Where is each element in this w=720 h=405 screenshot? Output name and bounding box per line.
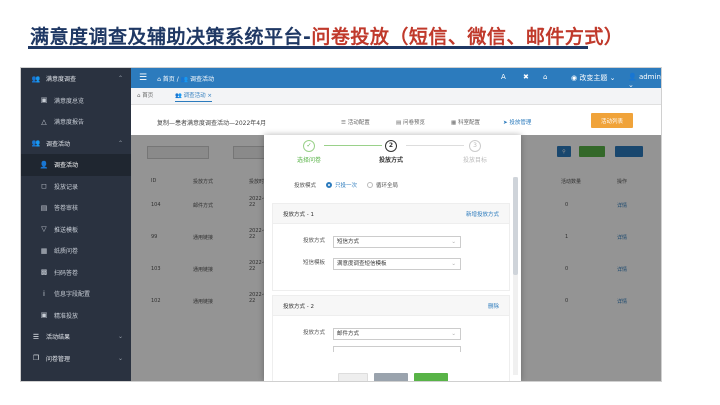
scrollbar-thumb[interactable]: [513, 177, 518, 275]
qrcode-icon: ▩: [40, 268, 48, 277]
chevron-down-icon: ⌄: [117, 354, 123, 362]
menu-icon[interactable]: ☰: [139, 73, 147, 83]
chevron-down-icon: ⌄: [451, 239, 456, 245]
sidebar-item-delivery-records[interactable]: ◻ 投放记录: [21, 176, 131, 198]
sidebar-item-review[interactable]: ▤ 答卷审核: [21, 197, 131, 219]
delivery-method-select[interactable]: 邮件方式 ⌄: [333, 328, 461, 340]
file-icon: ▦: [40, 246, 48, 255]
sidebar-item-scan[interactable]: ▩ 扫码答卷: [21, 262, 131, 284]
building-icon: ▣: [40, 311, 48, 320]
user-icon: 👥: [31, 74, 41, 83]
step-select-survey[interactable]: ✓ 选择问卷: [279, 140, 339, 164]
tab-dept-config[interactable]: ▦ 科室配置: [451, 118, 480, 126]
breadcrumb-current: 调查活动: [190, 75, 215, 83]
next-button[interactable]: [414, 373, 448, 381]
tab-survey-activity[interactable]: 👥 调查活动 ×: [175, 91, 212, 102]
info-icon: i: [43, 289, 45, 298]
sidebar-item-paper-survey[interactable]: ▦ 纸质问卷: [21, 240, 131, 262]
user-icon: 👥: [31, 139, 41, 148]
title-underline: [28, 46, 588, 49]
sidebar-item-satisfaction-survey[interactable]: 👥 满意度调查 ⌃: [21, 68, 131, 90]
sidebar: 👥 满意度调查 ⌃ ▣ 满意度总览 △ 满意度报告 👥 调查活动 ⌃ 👤 调查活动 ◻ 投放记录…: [21, 68, 131, 381]
chevron-down-icon: ⌄: [451, 261, 456, 267]
radio-loop[interactable]: 循环全局: [367, 181, 398, 189]
sidebar-item-precise-delivery[interactable]: ▣ 精准投放: [21, 305, 131, 327]
sidebar-item-report[interactable]: △ 满意度报告: [21, 111, 131, 133]
step-delivery-method[interactable]: 2 投放方式: [361, 140, 421, 164]
slide-title-prefix: 满意度调查及辅助决策系统平台-: [30, 26, 312, 48]
theme-switch[interactable]: ◉ 改变主题 ⌄: [571, 73, 615, 83]
delivery-method-select[interactable]: 短信方式 ⌄: [333, 236, 461, 248]
fullscreen-icon[interactable]: ✖: [523, 73, 529, 81]
chevron-down-icon: ⌄: [117, 333, 123, 341]
activity-list-button[interactable]: 活动列表: [591, 113, 633, 128]
user-icon: 👤: [39, 160, 49, 169]
tab-survey-preview[interactable]: ▤ 问卷预览: [396, 118, 425, 126]
sidebar-item-survey-activity[interactable]: 👤 调查活动: [21, 154, 131, 176]
filter-icon: ▽: [41, 225, 47, 234]
modal-scrollbar[interactable]: [513, 177, 518, 375]
tab-home[interactable]: ⌂ 首页: [137, 91, 153, 99]
tab-delivery-management[interactable]: ➤ 投放管理: [503, 118, 531, 126]
screenshot-frame: 👥 满意度调查 ⌃ ▣ 满意度总览 △ 满意度报告 👥 调查活动 ⌃ 👤 调查活动 ◻ 投放记录…: [20, 67, 662, 382]
home-icon[interactable]: ⌂: [543, 73, 547, 81]
chevron-up-icon: ⌃: [117, 139, 123, 147]
tab-activity-config[interactable]: ☰ 活动配置: [341, 118, 370, 126]
section-title: 投放方式 - 2: [283, 303, 314, 310]
book-icon: ◻: [41, 182, 47, 191]
alert-icon: △: [41, 117, 47, 126]
extra-select[interactable]: [333, 346, 461, 352]
cancel-button[interactable]: [374, 373, 408, 381]
sms-template-select[interactable]: 满意度调查短信模板 ⌄: [333, 258, 461, 270]
font-size-icon[interactable]: A: [501, 73, 506, 81]
sidebar-item-field-config[interactable]: i 信息字段配置: [21, 283, 131, 305]
previous-button[interactable]: [338, 373, 368, 381]
sidebar-item-survey-activity-group[interactable]: 👥 调查活动 ⌃: [21, 133, 131, 155]
building-icon: ▣: [40, 96, 48, 105]
copy-icon: ❐: [32, 354, 40, 363]
delivery-wizard-modal: ✓ 选择问卷 2 投放方式 3 投放目标 投放模式 只投一次 循环全局 投放方式 - …: [264, 135, 521, 381]
top-navbar: ☰ ⌂ 首页 / 👥 调查活动 A ✖ ⌂ ◉ 改变主题 ⌄ 👤 admin ⌄: [131, 68, 661, 89]
user-menu[interactable]: 👤 admin ⌄: [628, 73, 661, 89]
delivery-section-1: 投放方式 - 1 新增投放方式 投放方式 短信方式 ⌄ 短信模板 满意度调查短信模…: [272, 203, 510, 291]
sidebar-item-survey-management[interactable]: ❐ 问卷管理 ⌄: [21, 348, 131, 370]
delete-delivery-method-link[interactable]: 删除: [488, 302, 499, 310]
add-delivery-method-link[interactable]: 新增投放方式: [466, 210, 499, 218]
delivery-section-2: 投放方式 - 2 删除 投放方式 邮件方式 ⌄: [272, 295, 510, 381]
list-icon: ☰: [32, 332, 40, 341]
page-tabs: ⌂ 首页 👥 调查活动 ×: [131, 88, 661, 105]
printer-icon: ▤: [40, 203, 48, 212]
slide-title: 满意度调查及辅助决策系统平台-问卷投放（短信、微信、邮件方式）: [30, 22, 623, 49]
section-title: 投放方式 - 1: [283, 211, 314, 218]
delivery-mode-group: 投放模式 只投一次 循环全局: [294, 181, 398, 189]
sidebar-item-activity-results[interactable]: ☰ 活动结果 ⌄: [21, 326, 131, 348]
sidebar-item-push-template[interactable]: ▽ 推送模板: [21, 219, 131, 241]
breadcrumb: ⌂ 首页 / 👥 调查活动: [157, 75, 215, 83]
activity-title: 复制—患者满意度调查活动—2022年4月: [157, 120, 267, 127]
sidebar-item-overview[interactable]: ▣ 满意度总览: [21, 90, 131, 112]
step-delivery-target[interactable]: 3 投放目标: [445, 140, 505, 164]
delivery-mode-label: 投放模式: [294, 183, 317, 189]
breadcrumb-home[interactable]: 首页: [163, 76, 175, 83]
chevron-down-icon: ⌄: [451, 331, 456, 337]
check-icon: ✓: [303, 140, 315, 152]
chevron-up-icon: ⌃: [117, 75, 123, 83]
slide-title-highlight: 问卷投放（短信、微信、邮件方式）: [311, 26, 624, 48]
radio-once[interactable]: 只投一次: [326, 181, 357, 189]
